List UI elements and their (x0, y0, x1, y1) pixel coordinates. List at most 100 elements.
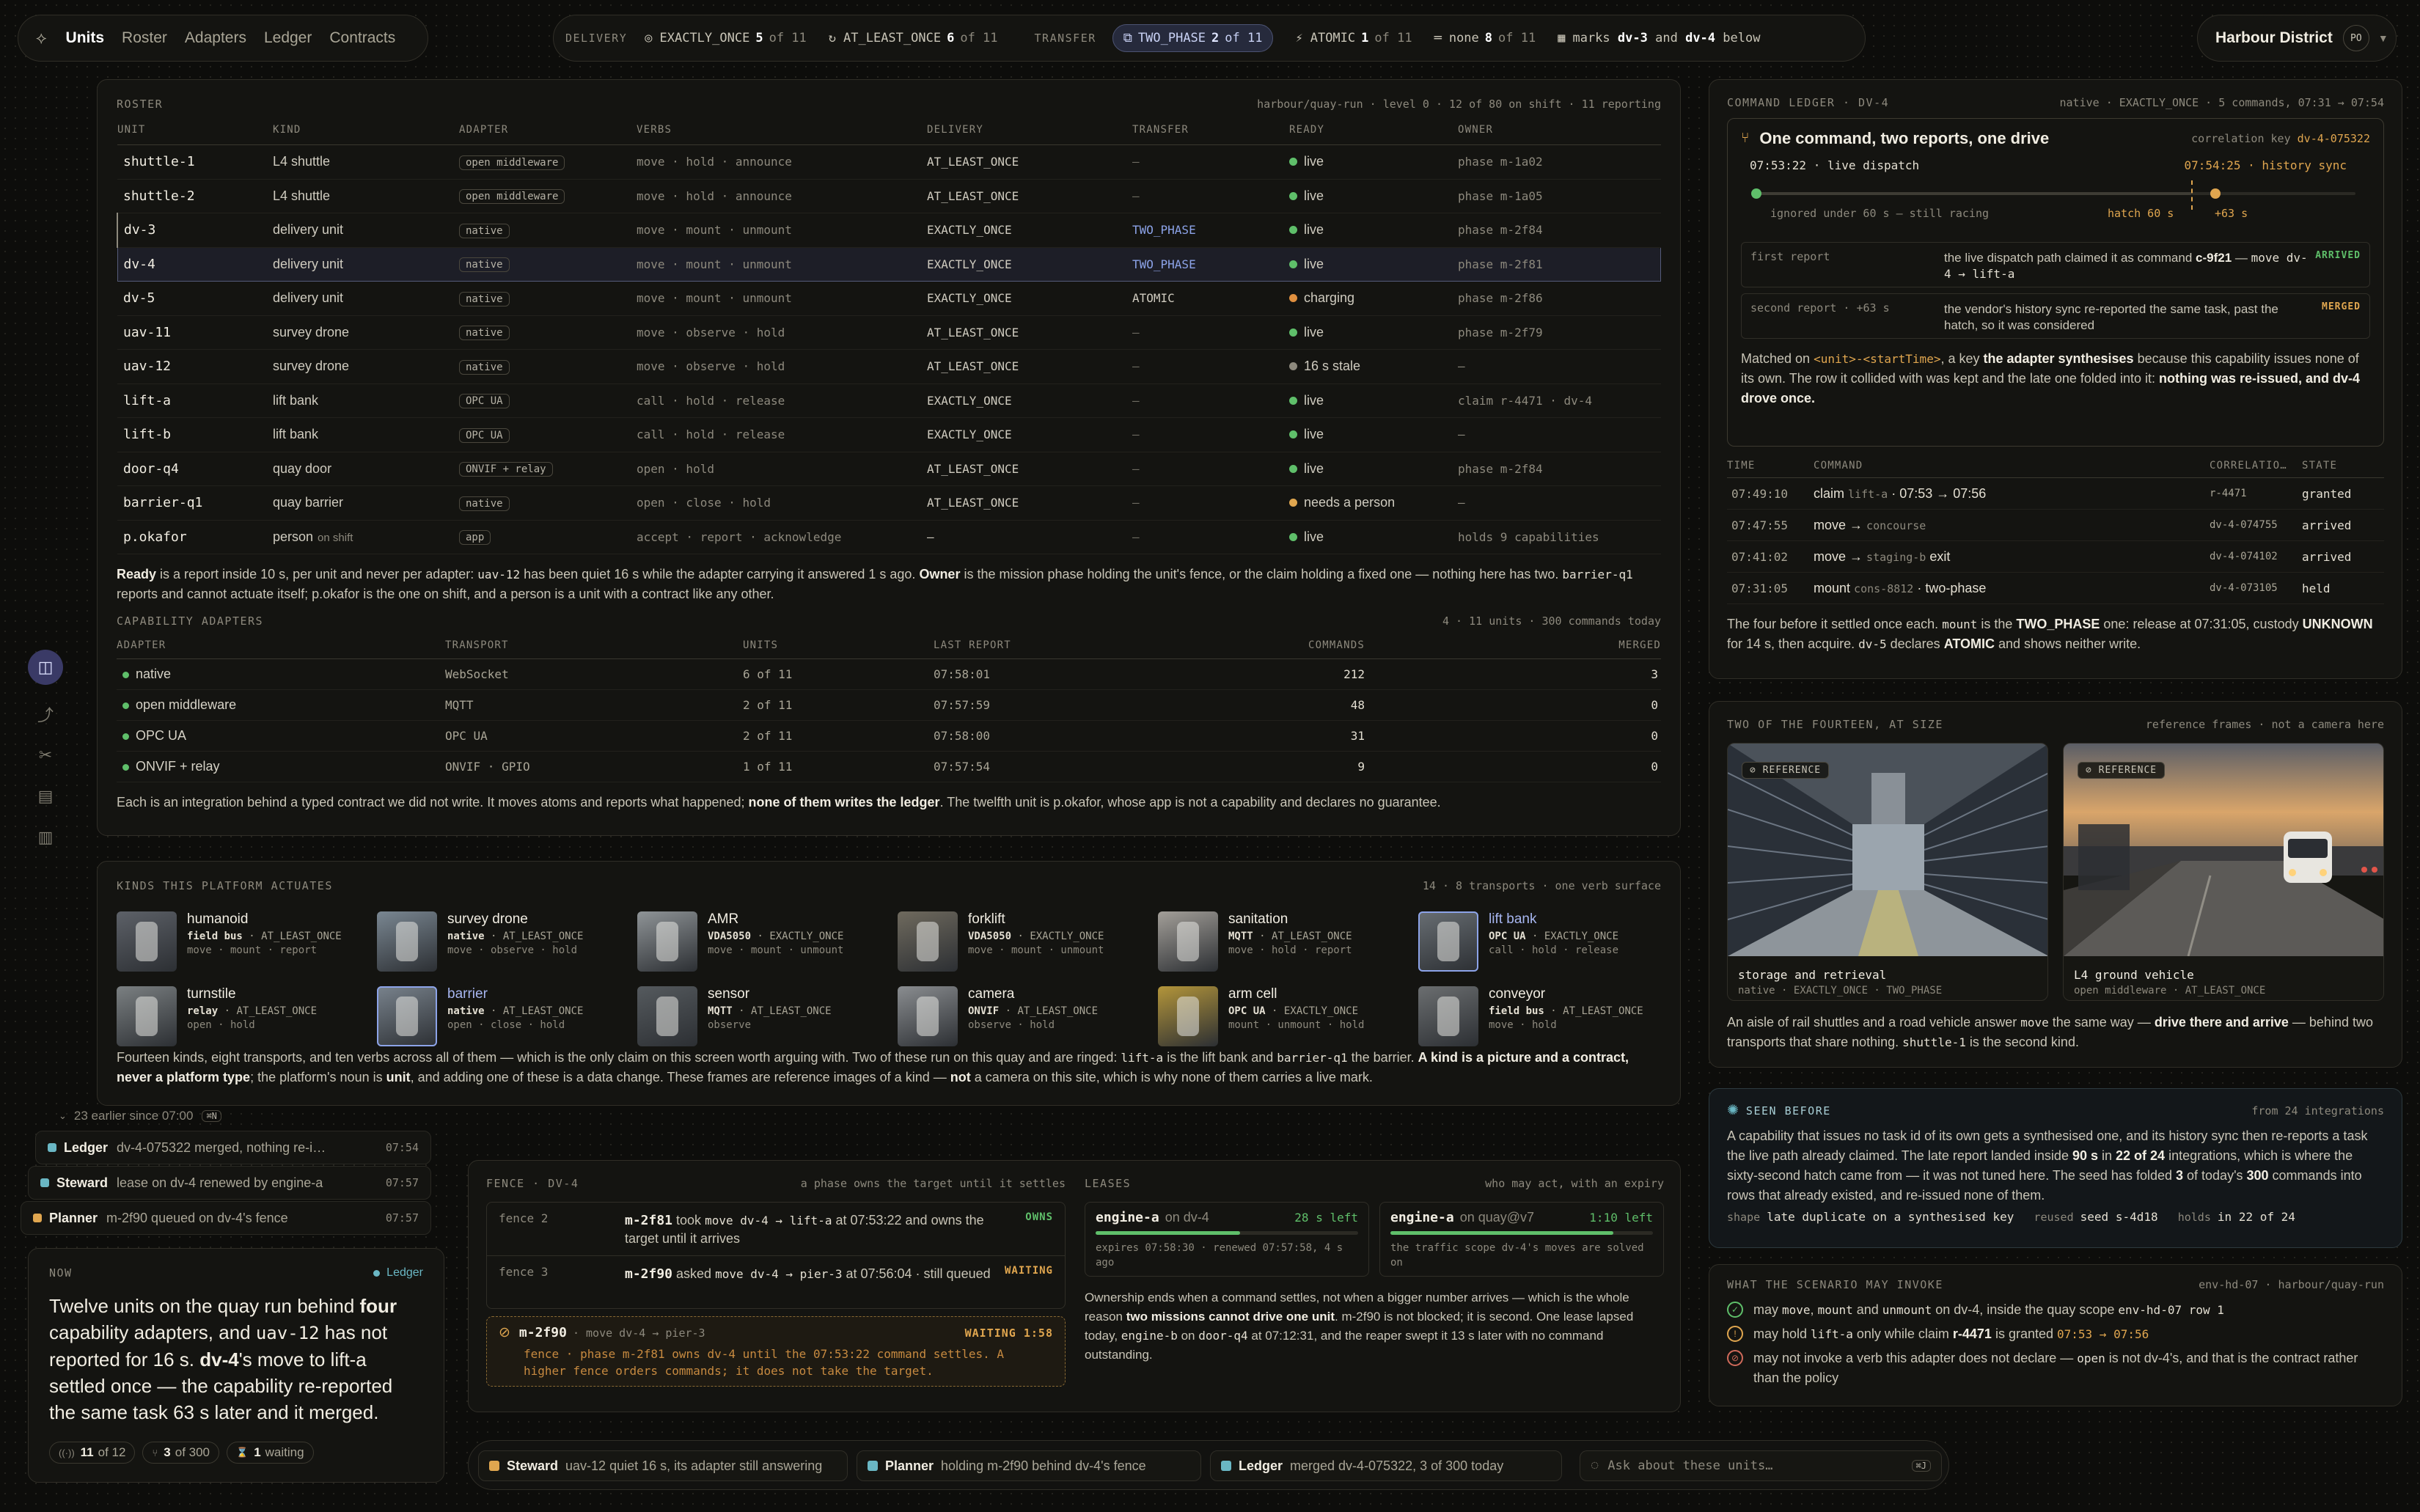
now-stat[interactable]: ⌛ 1 waiting (227, 1442, 314, 1464)
now-stat[interactable]: ⑂ 3 of 300 (142, 1442, 219, 1464)
ledger-row[interactable]: 07:47:55 move → concourse dv-4-074755 arriv… (1727, 509, 2384, 541)
adapter-badge[interactable]: OPC UA (459, 427, 510, 443)
feed-item[interactable]: Steward lease on dv-4 renewed by engine-a… (28, 1166, 431, 1200)
roster-column-header[interactable]: READY (1289, 124, 1458, 145)
agent-chip[interactable]: Steward uav-12 quiet 16 s, its adapter st… (478, 1450, 848, 1481)
adapter-row[interactable]: open middleware MQTT 2 of 11 07:57:59 48 0 (117, 689, 1661, 721)
adapter-row[interactable]: ONVIF + relay ONVIF · GPIO 1 of 11 07:57:54… (117, 751, 1661, 782)
roster-row[interactable]: uav-11 survey drone native move · observe ·… (117, 315, 1661, 350)
roster-column-header[interactable]: UNIT (117, 124, 273, 145)
nav-adapters[interactable]: Adapters (185, 29, 246, 47)
filter-exactly-once[interactable]: ◎ EXACTLY_ONCE 5 of 11 (645, 31, 807, 45)
roster-row[interactable]: dv-5 delivery unit native move · mount · un… (117, 281, 1661, 316)
agent-chip[interactable]: Ledger merged dv-4-075322, 3 of 300 today (1210, 1450, 1562, 1481)
filter-atomic[interactable]: ⚡ ATOMIC 1 of 11 (1295, 31, 1412, 45)
adapter-badge[interactable]: native (459, 257, 510, 273)
roster-row[interactable]: dv-3 delivery unit native move · mount · un… (117, 213, 1661, 248)
adapter-badge[interactable]: open middleware (459, 155, 565, 170)
lease-card[interactable]: engine-a on dv-4 28 s left expires 07:58:30… (1085, 1202, 1369, 1277)
roster-row[interactable]: barrier-q1 quay barrier native open · close… (117, 485, 1661, 521)
roster-column-header[interactable]: ADAPTER (459, 124, 637, 145)
now-stat[interactable]: ((·)) 11 of 12 (49, 1442, 136, 1464)
wait-card[interactable]: ⊘ m-2f90 · move dv-4 → pier-3 WAITING 1:58… (486, 1316, 1066, 1387)
live-marker[interactable] (1751, 188, 1761, 199)
kind-card[interactable]: arm cell OPC UA · EXACTLY_ONCE mount · unm… (1158, 986, 1407, 1046)
kind-card[interactable]: forklift VDA5050 · EXACTLY_ONCE move · mou… (898, 911, 1147, 972)
fence-row[interactable]: fence 3 m-2f90 asked move dv-4 → pier-3 a… (487, 1255, 1065, 1308)
roster-row[interactable]: p.okafor person on shift app accept · report… (117, 520, 1661, 554)
ledger-column-header[interactable]: TIME (1727, 460, 1814, 478)
kind-card[interactable]: turnstile relay · AT_LEAST_ONCE open · hol… (117, 986, 366, 1046)
nav-units[interactable]: Units (66, 29, 105, 47)
roster-column-header[interactable]: TRANSFER (1132, 124, 1289, 145)
ledger-column-header[interactable]: STATE (2302, 460, 2384, 478)
adapter-column-header[interactable]: COMMANDS (1189, 639, 1365, 659)
roster-row[interactable]: door-q4 quay door ONVIF + relay open · hold… (117, 452, 1661, 486)
earlier-label[interactable]: 23 earlier since 07:00 (74, 1109, 194, 1123)
adapter-column-header[interactable]: ADAPTER (117, 639, 445, 659)
adapter-column-header[interactable]: MERGED (1365, 639, 1661, 659)
adapter-badge[interactable]: ONVIF + relay (459, 462, 553, 477)
sync-marker[interactable] (2210, 188, 2221, 199)
roster-row[interactable]: lift-a lift bank OPC UA call · hold · relea… (117, 383, 1661, 418)
nav-ledger[interactable]: Ledger (264, 29, 312, 47)
frame-card[interactable]: storage and retrieval native · EXACTLY_O… (1727, 743, 2048, 1001)
roster-row[interactable]: lift-b lift bank OPC UA call · hold · relea… (117, 417, 1661, 452)
roster-row[interactable]: uav-12 survey drone native move · observe ·… (117, 349, 1661, 384)
adapter-badge[interactable]: native (459, 326, 510, 341)
adapter-badge[interactable]: open middleware (459, 189, 565, 205)
chevron-down-icon[interactable]: ▼ (2378, 32, 2388, 44)
avatar[interactable]: PO (2342, 25, 2369, 51)
roster-column-header[interactable]: KIND (273, 124, 459, 145)
agent-chip[interactable]: Planner holding m-2f90 behind dv-4's fenc… (857, 1450, 1201, 1481)
clipboard-icon[interactable]: ▤ (28, 779, 63, 814)
lease-card[interactable]: engine-a on quay@v7 1:10 left the traffic s… (1379, 1202, 1664, 1277)
kind-card[interactable]: sensor MQTT · AT_LEAST_ONCE observe (637, 986, 887, 1046)
ask-input[interactable]: ◌ Ask about these units… ⌘J (1580, 1450, 1942, 1481)
now-source[interactable]: Ledger (373, 1266, 423, 1280)
kind-card[interactable]: humanoid field bus · AT_LEAST_ONCE move · … (117, 911, 366, 972)
ledger-row[interactable]: 07:49:10 claim lift-a · 07:53 → 07:56 r-44… (1727, 477, 2384, 510)
report-row[interactable]: second report · +63 s the vendor's histor… (1741, 293, 2370, 339)
adapter-badge[interactable]: app (459, 530, 491, 546)
chevron-down-icon[interactable]: ⌄ (59, 1110, 67, 1122)
tools-icon[interactable]: ✂ (28, 738, 63, 773)
roster-row[interactable]: shuttle-2 L4 shuttle open middleware move ·… (117, 179, 1661, 213)
adapter-column-header[interactable]: TRANSPORT (445, 639, 743, 659)
roster-row[interactable]: dv-4 delivery unit native move · mount · un… (117, 246, 1661, 282)
adapter-column-header[interactable]: LAST REPORT (934, 639, 1189, 659)
kind-card[interactable]: lift bank OPC UA · EXACTLY_ONCE call · hol… (1418, 911, 1668, 972)
report-row[interactable]: first report the live dispatch path claim… (1741, 242, 2370, 287)
kind-card[interactable]: conveyor field bus · AT_LEAST_ONCE move · … (1418, 986, 1668, 1046)
document-icon[interactable]: ▥ (28, 820, 63, 855)
nav-contracts[interactable]: Contracts (329, 29, 395, 47)
kind-card[interactable]: AMR VDA5050 · EXACTLY_ONCE move · mount · … (637, 911, 887, 972)
kind-card[interactable]: sanitation MQTT · AT_LEAST_ONCE move · hol… (1158, 911, 1407, 972)
app-logo-icon[interactable]: ⟡ (36, 29, 47, 48)
adapter-badge[interactable]: native (459, 359, 510, 375)
map-icon[interactable]: ◫ (28, 650, 63, 685)
adapter-row[interactable]: native WebSocket 6 of 11 07:58:01 212 3 (117, 658, 1661, 690)
feed-item[interactable]: Ledger dv-4-075322 merged, nothing re-i… 0… (35, 1131, 431, 1164)
ledger-row[interactable]: 07:41:02 move → staging-b exit dv-4-074102… (1727, 540, 2384, 573)
filter-none[interactable]: ═ none 8 of 11 (1434, 31, 1536, 45)
kind-card[interactable]: survey drone native · AT_LEAST_ONCE move ·… (377, 911, 626, 972)
ledger-column-header[interactable]: COMMAND (1814, 460, 2210, 478)
roster-column-header[interactable]: DELIVERY (927, 124, 1132, 145)
adapter-badge[interactable]: native (459, 496, 510, 511)
frame-card[interactable]: L4 ground vehicle open middleware · AT_L… (2063, 743, 2384, 1001)
adapter-column-header[interactable]: UNITS (743, 639, 934, 659)
fence-row[interactable]: fence 2 m-2f81 took move dv-4 → lift-a at… (487, 1203, 1065, 1255)
feed-item[interactable]: Planner m-2f90 queued on dv-4's fence 07:5… (21, 1201, 431, 1235)
kind-card[interactable]: barrier native · AT_LEAST_ONCE open · clos… (377, 986, 626, 1046)
roster-column-header[interactable]: OWNER (1458, 124, 1661, 145)
adapter-badge[interactable]: native (459, 223, 510, 238)
filter-two-phase[interactable]: ⧉ TWO_PHASE 2 of 11 (1112, 24, 1274, 52)
ledger-column-header[interactable]: CORRELATIO… (2210, 460, 2302, 478)
adapter-row[interactable]: OPC UA OPC UA 2 of 11 07:58:00 31 0 (117, 720, 1661, 752)
nav-roster[interactable]: Roster (122, 29, 167, 47)
ledger-row[interactable]: 07:31:05 mount cons-8812 · two-phase dv-4-… (1727, 572, 2384, 604)
kind-card[interactable]: camera ONVIF · AT_LEAST_ONCE observe · hol… (898, 986, 1147, 1046)
route-icon[interactable]: ⤴ (28, 697, 63, 732)
roster-row[interactable]: shuttle-1 L4 shuttle open middleware move ·… (117, 144, 1661, 180)
